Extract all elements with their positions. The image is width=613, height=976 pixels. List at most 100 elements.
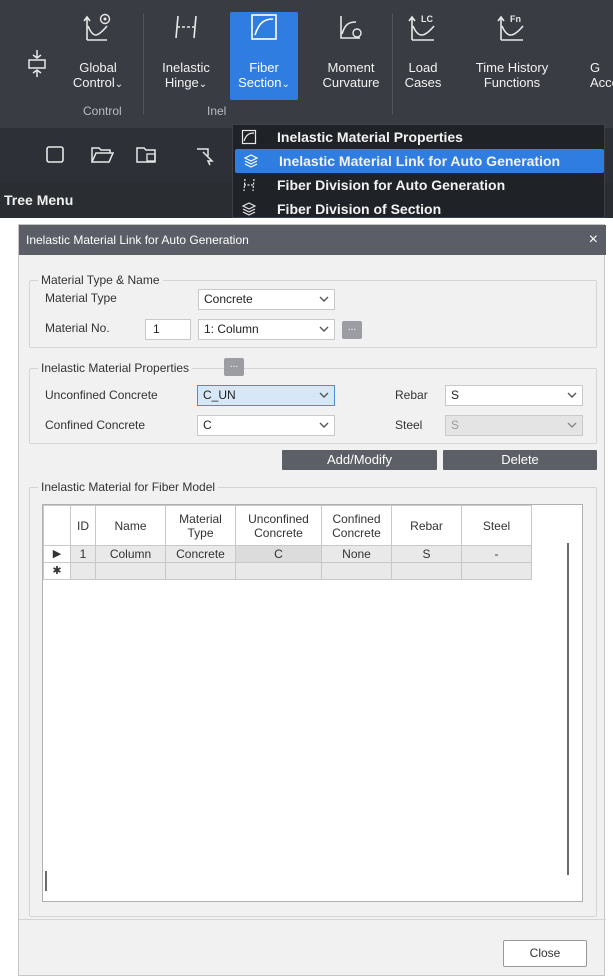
table-cell[interactable] xyxy=(391,562,462,580)
material-type-value: Concrete xyxy=(204,292,253,306)
new-row-marker-icon: ✱ xyxy=(43,562,71,580)
ground-acceleration-button[interactable]: G Acce xyxy=(580,12,613,100)
fiber-division-section-icon xyxy=(241,202,257,216)
inelastic-hinge-icon xyxy=(175,15,197,39)
table-cell[interactable] xyxy=(70,562,96,580)
menu-item-fiber-division-section[interactable]: Fiber Division of Section xyxy=(233,197,606,221)
inelastic-hinge-label: Inelastic Hinge⌄ xyxy=(162,60,210,90)
ground-acceleration-label: G Acce xyxy=(590,60,613,90)
vertical-scrollbar[interactable] xyxy=(567,543,569,875)
material-properties-icon xyxy=(241,129,257,145)
steel-select: S xyxy=(445,415,583,436)
menu-item-label: Fiber Division for Auto Generation xyxy=(277,177,506,193)
table-cell[interactable]: Concrete xyxy=(165,545,236,563)
chevron-down-icon xyxy=(319,422,329,428)
svg-text:LC: LC xyxy=(421,14,433,24)
confined-concrete-value: C xyxy=(203,418,212,432)
table-cell[interactable]: 1 xyxy=(70,545,96,563)
open-folder-icon[interactable] xyxy=(90,144,114,166)
column-header-rebar[interactable]: Rebar xyxy=(391,505,462,546)
column-header-id[interactable]: ID xyxy=(70,505,96,546)
menu-item-fiber-division-auto[interactable]: Fiber Division for Auto Generation xyxy=(233,173,606,197)
group-legend: Material Type & Name xyxy=(38,273,163,287)
table-cell[interactable] xyxy=(165,562,236,580)
menu-item-inelastic-material-properties[interactable]: Inelastic Material Properties xyxy=(233,125,606,149)
material-browse-button[interactable]: ... xyxy=(342,321,362,339)
column-header-name[interactable]: Name xyxy=(95,505,166,546)
unconfined-concrete-value: C_UN xyxy=(203,388,236,402)
load-cases-button[interactable]: LC Load Cases xyxy=(385,12,461,100)
chevron-down-icon xyxy=(319,392,329,398)
material-link-icon xyxy=(243,154,259,168)
confined-concrete-select[interactable]: C xyxy=(197,415,335,436)
import-folder-icon[interactable] xyxy=(135,144,159,166)
table-cell[interactable]: - xyxy=(461,545,532,563)
load-cases-label: Load Cases xyxy=(404,60,442,90)
ribbon-row: Global Control⌄ Inelastic Hinge⌄ Fiber S… xyxy=(0,0,613,128)
table-cell[interactable] xyxy=(95,562,166,580)
table-cell[interactable] xyxy=(461,562,532,580)
steel-label: Steel xyxy=(395,418,423,432)
new-file-icon[interactable] xyxy=(44,144,68,166)
column-header-steel[interactable]: Steel xyxy=(461,505,532,546)
fiber-material-table: ID Name Material Type Unconfined Concret… xyxy=(42,504,583,902)
moment-curvature-icon xyxy=(340,16,362,39)
material-no-select[interactable]: 1: Column xyxy=(198,319,335,340)
table-header-row: ID Name Material Type Unconfined Concret… xyxy=(43,505,532,546)
group-label-control: Control xyxy=(83,104,122,118)
group-label-inelastic: Inel xyxy=(207,104,227,118)
group-legend: Inelastic Material for Fiber Model xyxy=(38,480,219,494)
inelastic-hinge-button[interactable]: Inelastic Hinge⌄ xyxy=(148,12,224,100)
panel-handle-icon[interactable] xyxy=(27,48,47,78)
steel-value: S xyxy=(451,418,460,432)
row-selector-icon[interactable]: ▶ xyxy=(43,545,71,563)
properties-browse-button[interactable]: ... xyxy=(224,358,244,376)
column-header-unconfined-concrete[interactable]: Unconfined Concrete xyxy=(235,505,322,546)
fiber-section-icon xyxy=(251,14,277,40)
column-header-confined-concrete[interactable]: Confined Concrete xyxy=(321,505,392,546)
inelastic-material-link-dialog: Inelastic Material Link for Auto Generat… xyxy=(18,224,606,976)
material-no-input[interactable]: 1 xyxy=(145,319,191,340)
chevron-down-icon xyxy=(319,326,329,332)
unconfined-concrete-select[interactable]: C_UN xyxy=(197,385,335,406)
table-cell[interactable] xyxy=(321,562,392,580)
dialog-titlebar[interactable]: Inelastic Material Link for Auto Generat… xyxy=(19,225,606,255)
horizontal-scroll-handle[interactable] xyxy=(45,871,47,891)
material-no-label: Material No. xyxy=(45,321,110,335)
select-tool-icon[interactable] xyxy=(194,144,218,166)
close-icon[interactable]: × xyxy=(589,225,598,255)
material-type-select[interactable]: Concrete xyxy=(198,289,335,310)
load-cases-icon: LC xyxy=(408,14,435,41)
chevron-down-icon xyxy=(319,296,329,302)
svg-text:Fn: Fn xyxy=(510,14,521,24)
menu-item-label: Fiber Division of Section xyxy=(277,201,442,217)
table-cell[interactable]: Column xyxy=(95,545,166,563)
table-cell[interactable]: None xyxy=(321,545,392,563)
table-cell[interactable] xyxy=(235,562,322,580)
fiber-section-label: Fiber Section⌄ xyxy=(238,60,290,90)
rebar-select[interactable]: S xyxy=(445,385,583,406)
time-history-functions-label: Time History Functions xyxy=(475,60,549,90)
material-type-label: Material Type xyxy=(45,291,117,305)
menu-item-inelastic-material-link[interactable]: Inelastic Material Link for Auto Generat… xyxy=(235,149,604,173)
menu-item-label: Inelastic Material Properties xyxy=(277,129,463,145)
fiber-section-button[interactable]: Fiber Section⌄ xyxy=(230,12,298,100)
table-cell[interactable]: S xyxy=(391,545,462,563)
rebar-label: Rebar xyxy=(395,388,428,402)
global-control-label: Global Control⌄ xyxy=(72,60,124,90)
table-cell[interactable]: C xyxy=(235,545,322,563)
close-button[interactable]: Close xyxy=(503,940,587,967)
moment-curvature-button[interactable]: Moment Curvature xyxy=(313,12,389,100)
fiber-division-icon xyxy=(243,178,255,192)
dialog-title: Inelastic Material Link for Auto Generat… xyxy=(26,233,249,247)
global-control-button[interactable]: Global Control⌄ xyxy=(60,12,136,100)
add-modify-button[interactable]: Add/Modify xyxy=(282,450,437,470)
time-history-functions-button[interactable]: Fn Time History Functions xyxy=(470,12,554,100)
time-history-functions-icon: Fn xyxy=(497,14,524,41)
table-new-row[interactable]: ✱ xyxy=(43,562,532,580)
column-header-material-type[interactable]: Material Type xyxy=(165,505,236,546)
table-row[interactable]: ▶ 1 Column Concrete C None S - xyxy=(43,545,532,563)
delete-button[interactable]: Delete xyxy=(443,450,597,470)
app-window: Global Control⌄ Inelastic Hinge⌄ Fiber S… xyxy=(0,0,613,976)
global-control-icon xyxy=(83,13,111,41)
